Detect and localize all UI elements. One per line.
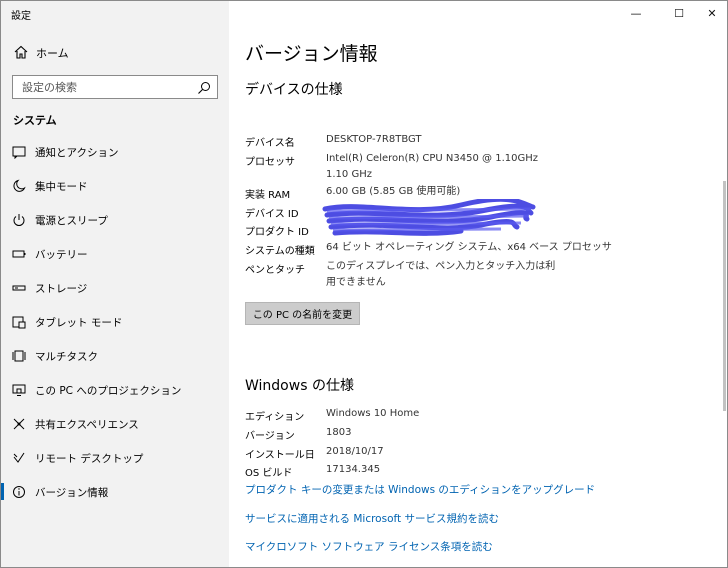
processor-label: プロセッサ xyxy=(245,157,295,168)
edition-label: エディション xyxy=(245,412,305,423)
home-nav-item[interactable]: ホーム xyxy=(1,41,229,65)
sidebar-item-label: 共有エクスペリエンス xyxy=(35,419,139,431)
service-agreement-link[interactable]: サービスに適用される Microsoft サービス規約を読む xyxy=(245,511,499,526)
edition-value: Windows 10 Home xyxy=(326,408,420,419)
sidebar-item-label: 電源とスリープ xyxy=(35,215,108,227)
app-title: 設定 xyxy=(11,11,31,22)
search-icon[interactable] xyxy=(197,80,211,94)
sidebar-item-remote-desktop[interactable]: リモート デスクトップ xyxy=(1,441,229,475)
sidebar-item-label: マルチタスク xyxy=(35,351,98,363)
sidebar-item-multitask[interactable]: マルチタスク xyxy=(1,339,229,373)
share-icon xyxy=(12,416,26,430)
os-build-label: OS ビルド xyxy=(245,468,293,479)
sidebar-item-label: 集中モード xyxy=(35,181,88,193)
install-date-value: 2018/10/17 xyxy=(326,446,384,457)
system-type-value: 64 ビット オペレーティング システム、x64 ベース プロセッサ xyxy=(326,242,612,253)
search-input[interactable] xyxy=(13,76,193,98)
moon-icon xyxy=(12,178,26,192)
sidebar-item-projection[interactable]: この PC へのプロジェクション xyxy=(1,373,229,407)
pen-touch-value: このディスプレイでは、ペン入力とタッチ入力は利用できません xyxy=(326,261,556,288)
sidebar-nav: 通知とアクション 集中モード 電源とスリープ バッテリー ストレージ タブレット… xyxy=(1,135,229,509)
info-icon xyxy=(12,484,26,498)
tablet-icon xyxy=(12,314,26,329)
settings-window: 設定 ホーム システム 通知とアクション 集中モード xyxy=(0,0,728,568)
projection-icon xyxy=(12,382,26,396)
remote-icon xyxy=(12,450,26,464)
pen-touch-label: ペンとタッチ xyxy=(245,265,305,276)
device-id-label: デバイス ID xyxy=(245,209,299,220)
os-build-value: 17134.345 xyxy=(326,464,381,475)
sidebar-item-label: 通知とアクション xyxy=(35,147,119,159)
storage-icon xyxy=(12,280,26,294)
sidebar-item-power[interactable]: 電源とスリープ xyxy=(1,203,229,237)
page-title: バージョン情報 xyxy=(245,43,378,65)
power-icon xyxy=(12,212,26,226)
sidebar-item-notifications[interactable]: 通知とアクション xyxy=(1,135,229,169)
sidebar-item-storage[interactable]: ストレージ xyxy=(1,271,229,305)
ram-value: 6.00 GB (5.85 GB 使用可能) xyxy=(326,186,461,197)
product-id-label: プロダクト ID xyxy=(245,227,309,238)
system-type-label: システムの種類 xyxy=(245,246,315,257)
battery-icon xyxy=(12,246,26,260)
device-spec-heading: デバイスの仕様 xyxy=(245,82,343,98)
scrollbar[interactable] xyxy=(723,181,726,411)
sidebar-item-label: リモート デスクトップ xyxy=(35,453,144,465)
sidebar-item-about[interactable]: バージョン情報 xyxy=(1,475,229,509)
search-box[interactable] xyxy=(12,75,218,99)
notification-icon xyxy=(12,144,26,160)
processor-value: Intel(R) Celeron(R) CPU N3450 @ 1.10GHz … xyxy=(326,153,538,180)
sidebar-item-label: バージョン情報 xyxy=(35,487,109,499)
install-date-label: インストール日 xyxy=(245,450,315,461)
sidebar-item-label: ストレージ xyxy=(35,283,88,295)
sidebar-item-label: タブレット モード xyxy=(35,317,123,329)
license-terms-link[interactable]: マイクロソフト ソフトウェア ライセンス条項を読む xyxy=(245,539,493,554)
version-label: バージョン xyxy=(245,431,295,442)
sidebar-item-shared-experiences[interactable]: 共有エクスペリエンス xyxy=(1,407,229,441)
change-product-key-link[interactable]: プロダクト キーの変更または Windows のエディションをアップグレード xyxy=(245,482,595,497)
sidebar-item-label: バッテリー xyxy=(35,249,88,261)
ram-label: 実装 RAM xyxy=(245,190,291,201)
home-label: ホーム xyxy=(36,47,69,60)
version-value: 1803 xyxy=(326,427,352,438)
section-title: システム xyxy=(13,114,57,127)
sidebar-item-label: この PC へのプロジェクション xyxy=(35,385,182,397)
windows-spec-heading: Windows の仕様 xyxy=(245,378,354,394)
redaction-scribble xyxy=(322,199,536,236)
sidebar: 設定 ホーム システム 通知とアクション 集中モード xyxy=(1,1,229,567)
home-icon xyxy=(13,44,29,60)
device-name-value: DESKTOP-7R8TBGT xyxy=(326,134,422,145)
sidebar-item-battery[interactable]: バッテリー xyxy=(1,237,229,271)
sidebar-item-tablet[interactable]: タブレット モード xyxy=(1,305,229,339)
multitask-icon xyxy=(12,348,26,362)
device-name-label: デバイス名 xyxy=(245,138,295,149)
sidebar-item-focus[interactable]: 集中モード xyxy=(1,169,229,203)
main-content: バージョン情報 デバイスの仕様 デバイス名 DESKTOP-7R8TBGT プロ… xyxy=(229,1,727,567)
rename-pc-button[interactable]: この PC の名前を変更 xyxy=(245,302,360,325)
